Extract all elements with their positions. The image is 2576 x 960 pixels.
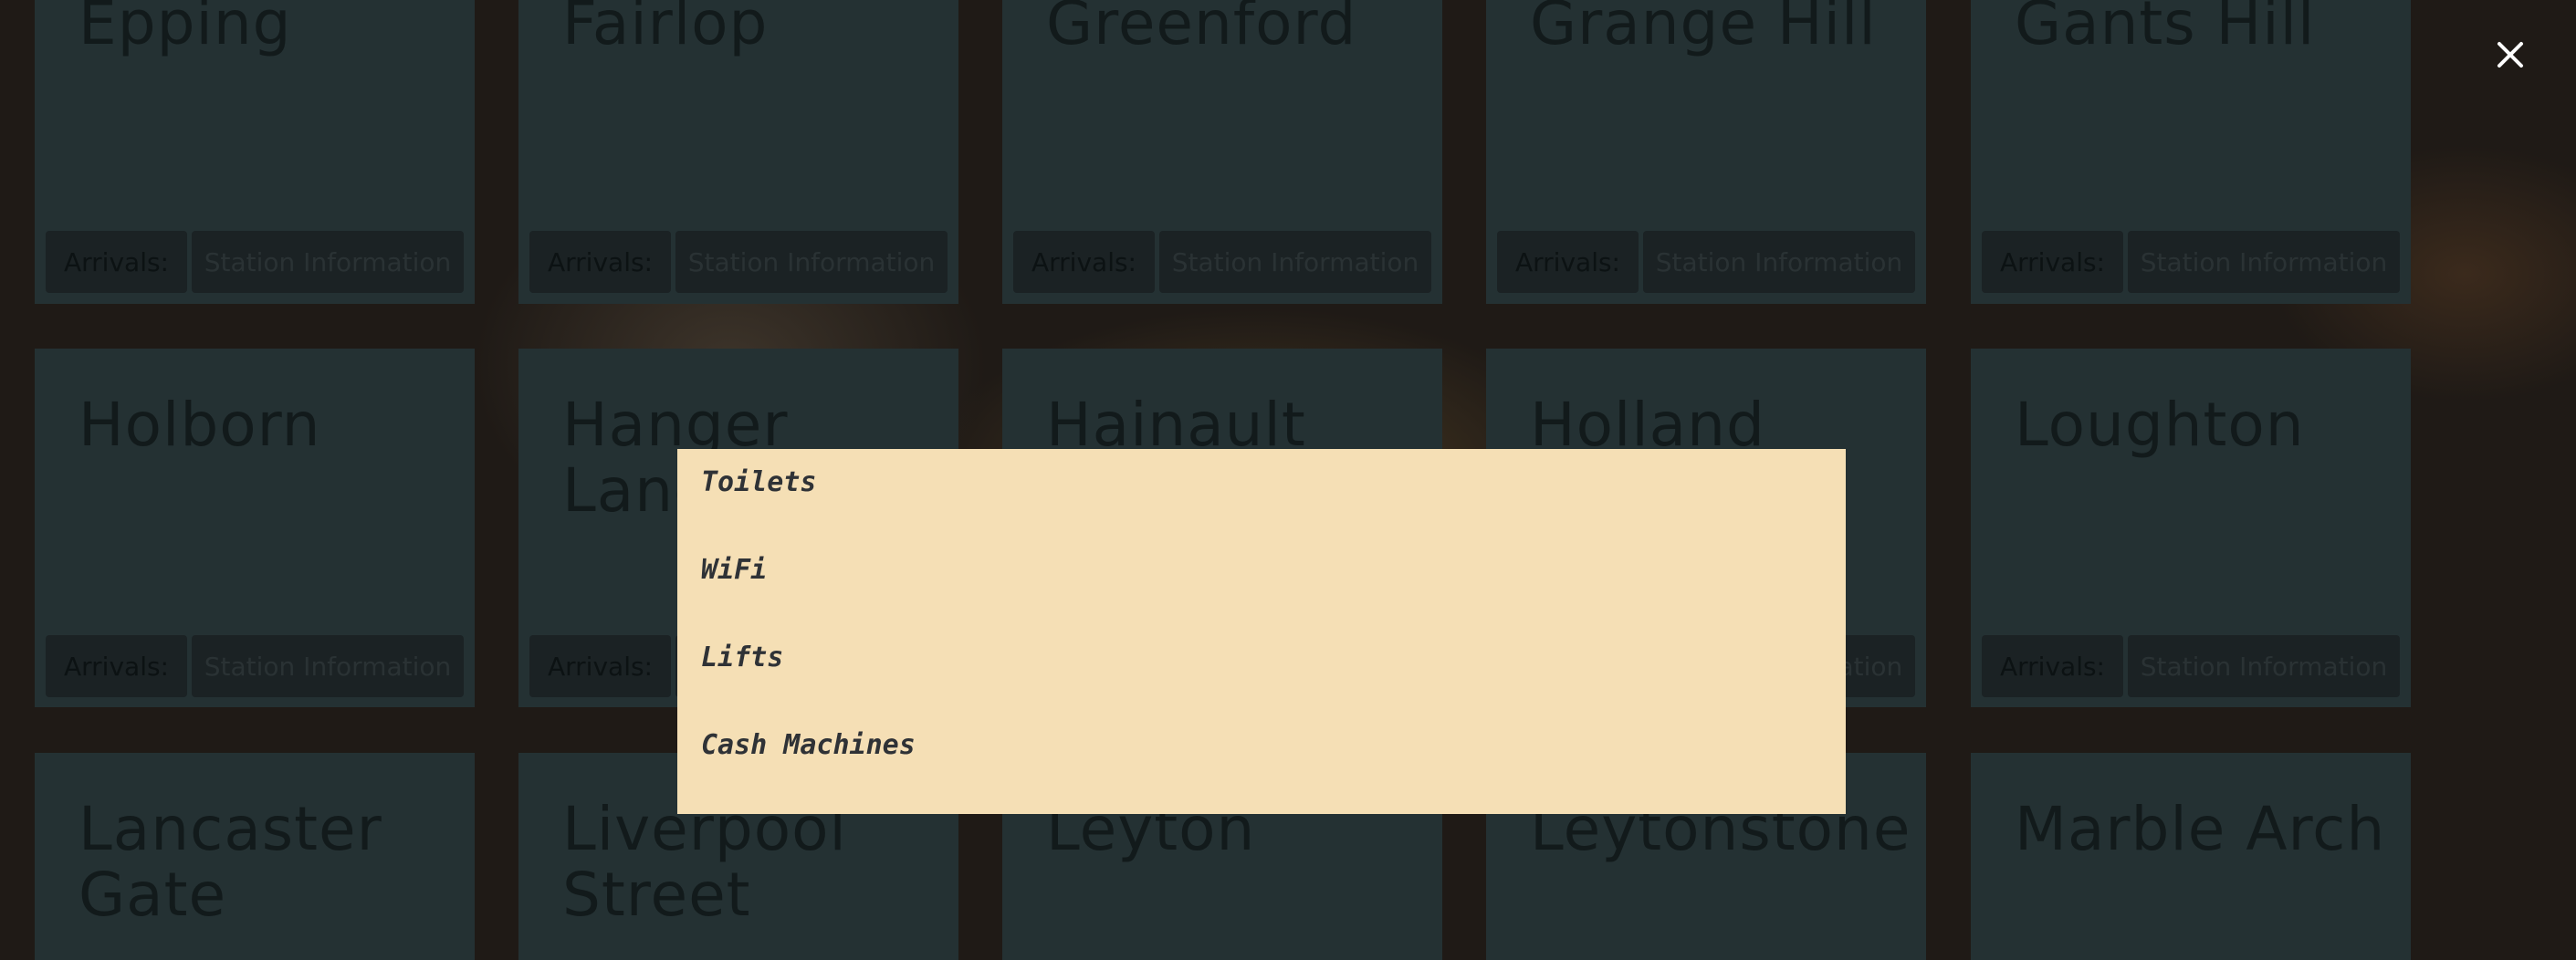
- station-card: Gants Hill Arrivals: Station Information: [1971, 0, 2411, 304]
- station-card: Lancaster Gate: [35, 753, 475, 960]
- station-card: Fairlop Arrivals: Station Information: [518, 0, 958, 304]
- arrivals-button[interactable]: Arrivals:: [1497, 231, 1639, 293]
- station-information-button[interactable]: Station Information: [192, 635, 464, 697]
- facility-item: Lifts: [701, 642, 784, 673]
- station-name: Holborn: [79, 390, 321, 460]
- station-information-button[interactable]: Station Information: [192, 231, 464, 293]
- station-information-button[interactable]: Station Information: [1159, 231, 1431, 293]
- facility-item: Toilets: [701, 466, 817, 498]
- arrivals-button[interactable]: Arrivals:: [46, 635, 187, 697]
- facilities-popup: Toilets WiFi Lifts Cash Machines: [677, 449, 1846, 814]
- facility-item: Cash Machines: [701, 729, 916, 761]
- station-card: Grange Hill Arrivals: Station Informatio…: [1486, 0, 1926, 304]
- station-information-button[interactable]: Station Information: [2128, 635, 2400, 697]
- station-card: Greenford Arrivals: Station Information: [1002, 0, 1442, 304]
- station-card: Marble Arch: [1971, 753, 2411, 960]
- station-name: Grange Hill: [1530, 0, 1877, 58]
- facility-item: WiFi: [701, 554, 768, 586]
- arrivals-button[interactable]: Arrivals:: [529, 231, 671, 293]
- station-name: Loughton: [2015, 390, 2305, 460]
- station-name: Lancaster Gate: [79, 794, 382, 930]
- close-button[interactable]: [2490, 35, 2530, 75]
- close-icon: [2497, 42, 2523, 68]
- station-name: Marble Arch: [2015, 794, 2386, 864]
- station-information-button[interactable]: Station Information: [675, 231, 948, 293]
- arrivals-button[interactable]: Arrivals:: [46, 231, 187, 293]
- arrivals-button[interactable]: Arrivals:: [1982, 635, 2123, 697]
- arrivals-button[interactable]: Arrivals:: [529, 635, 671, 697]
- station-information-button[interactable]: Station Information: [2128, 231, 2400, 293]
- station-name: Greenford: [1046, 0, 1357, 58]
- station-name: Gants Hill: [2015, 0, 2316, 58]
- arrivals-button[interactable]: Arrivals:: [1013, 231, 1155, 293]
- station-card: Epping Arrivals: Station Information: [35, 0, 475, 304]
- station-card: Loughton Arrivals: Station Information: [1971, 349, 2411, 707]
- station-name: Epping: [79, 0, 292, 58]
- station-name: Fairlop: [562, 0, 769, 58]
- station-information-button[interactable]: Station Information: [1643, 231, 1915, 293]
- station-card: Holborn Arrivals: Station Information: [35, 349, 475, 707]
- arrivals-button[interactable]: Arrivals:: [1982, 231, 2123, 293]
